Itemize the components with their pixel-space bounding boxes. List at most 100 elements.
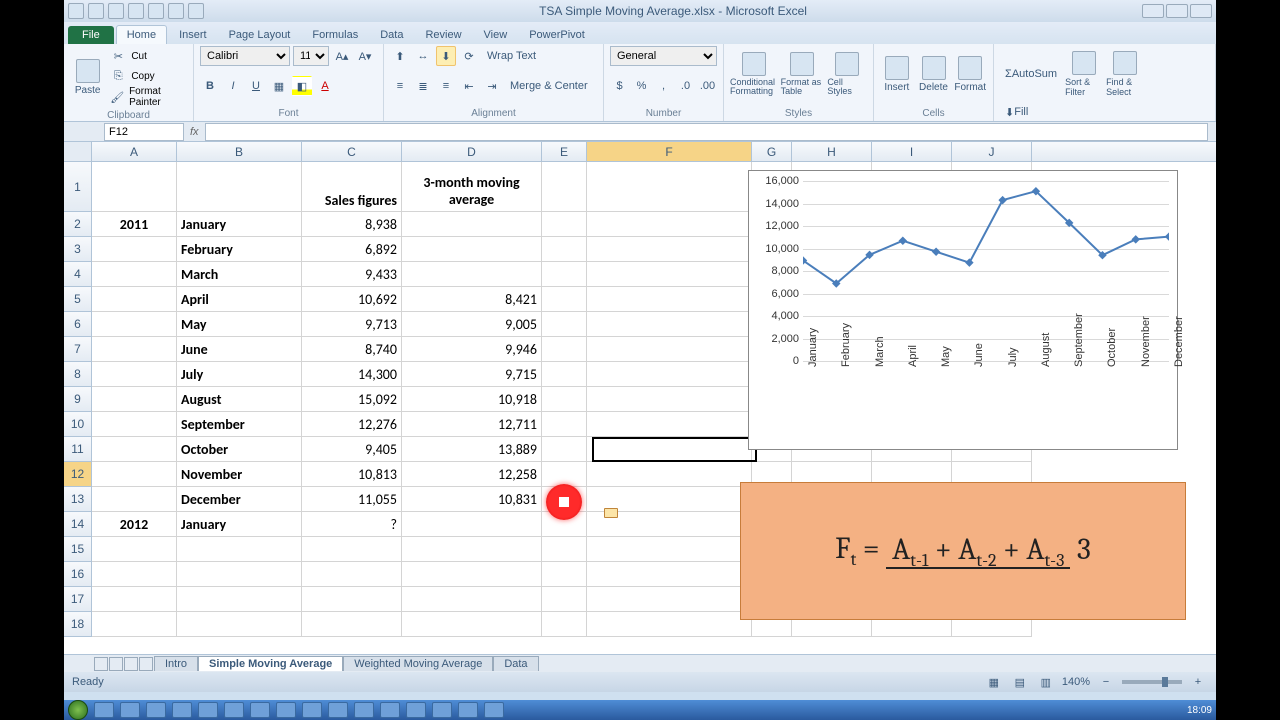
cell-D10[interactable]: 12,711	[402, 412, 542, 437]
cell-styles-button[interactable]: Cell Styles	[827, 46, 867, 102]
row-header-9[interactable]: 9	[64, 387, 92, 412]
cell-A13[interactable]	[92, 487, 177, 512]
zoom-out-button[interactable]: −	[1096, 672, 1116, 692]
cell-D4[interactable]	[402, 262, 542, 287]
cell-A16[interactable]	[92, 562, 177, 587]
cell-D3[interactable]	[402, 237, 542, 262]
row-header-12[interactable]: 12	[64, 462, 92, 487]
cell-D11[interactable]: 13,889	[402, 437, 542, 462]
tab-insert[interactable]: Insert	[169, 26, 217, 44]
taskbar-app-icon[interactable]	[120, 702, 140, 718]
cell-D15[interactable]	[402, 537, 542, 562]
column-header-B[interactable]: B	[177, 142, 302, 161]
column-header-A[interactable]: A	[92, 142, 177, 161]
cell-B18[interactable]	[177, 612, 302, 637]
cell-A11[interactable]	[92, 437, 177, 462]
align-top-button[interactable]: ⬆	[390, 46, 410, 66]
row-header-7[interactable]: 7	[64, 337, 92, 362]
cell-E17[interactable]	[542, 587, 587, 612]
cell-A14[interactable]: 2012	[92, 512, 177, 537]
cell-D5[interactable]: 8,421	[402, 287, 542, 312]
column-header-I[interactable]: I	[872, 142, 952, 161]
fx-icon[interactable]: fx	[190, 126, 199, 138]
view-normal-button[interactable]: ▦	[984, 672, 1004, 692]
decrease-indent-button[interactable]: ⇤	[459, 76, 479, 96]
zoom-slider[interactable]	[1122, 680, 1182, 684]
taskbar-app-icon[interactable]	[458, 702, 478, 718]
cell-C7[interactable]: 8,740	[302, 337, 402, 362]
align-middle-button[interactable]: ↔	[413, 46, 433, 66]
cell-F9[interactable]	[587, 387, 752, 412]
sheet-tab[interactable]: Intro	[154, 656, 198, 671]
row-header-10[interactable]: 10	[64, 412, 92, 437]
cell-A3[interactable]	[92, 237, 177, 262]
cell-B15[interactable]	[177, 537, 302, 562]
tab-nav-first[interactable]	[94, 657, 108, 671]
cell-F17[interactable]	[587, 587, 752, 612]
number-format-select[interactable]: General	[610, 46, 717, 66]
cell-C16[interactable]	[302, 562, 402, 587]
cell-F2[interactable]	[587, 212, 752, 237]
taskbar-app-icon[interactable]	[484, 702, 504, 718]
cell-A18[interactable]	[92, 612, 177, 637]
cell-A7[interactable]	[92, 337, 177, 362]
taskbar-app-icon[interactable]	[172, 702, 192, 718]
cell-B7[interactable]: June	[177, 337, 302, 362]
increase-font-button[interactable]: A▴	[332, 46, 352, 66]
cell-B14[interactable]: January	[177, 512, 302, 537]
cell-A4[interactable]	[92, 262, 177, 287]
cell-C12[interactable]: 10,813	[302, 462, 402, 487]
tab-file[interactable]: File	[68, 26, 114, 44]
cell-E3[interactable]	[542, 237, 587, 262]
cell-E2[interactable]	[542, 212, 587, 237]
cell-B2[interactable]: January	[177, 212, 302, 237]
cell-A9[interactable]	[92, 387, 177, 412]
taskbar-app-icon[interactable]	[198, 702, 218, 718]
cell-F1[interactable]	[587, 162, 752, 212]
cell-F10[interactable]	[587, 412, 752, 437]
cell-E1[interactable]	[542, 162, 587, 212]
row-header-8[interactable]: 8	[64, 362, 92, 387]
cell-C8[interactable]: 14,300	[302, 362, 402, 387]
tab-home[interactable]: Home	[116, 25, 167, 44]
taskbar-app-icon[interactable]	[250, 702, 270, 718]
cell-B10[interactable]: September	[177, 412, 302, 437]
cell-A17[interactable]	[92, 587, 177, 612]
paste-button[interactable]: Paste	[70, 49, 105, 105]
cell-F18[interactable]	[587, 612, 752, 637]
tab-page-layout[interactable]: Page Layout	[219, 26, 301, 44]
cell-E5[interactable]	[542, 287, 587, 312]
cell-D12[interactable]: 12,258	[402, 462, 542, 487]
column-header-H[interactable]: H	[792, 142, 872, 161]
taskbar-app-icon[interactable]	[146, 702, 166, 718]
cell-E10[interactable]	[542, 412, 587, 437]
cell-D13[interactable]: 10,831	[402, 487, 542, 512]
tab-view[interactable]: View	[474, 26, 518, 44]
currency-button[interactable]: $	[610, 76, 629, 96]
taskbar-app-icon[interactable]	[354, 702, 374, 718]
sheet-tab[interactable]: Simple Moving Average	[198, 656, 343, 671]
wrap-text-button[interactable]: Wrap Text	[482, 46, 541, 66]
cell-C6[interactable]: 9,713	[302, 312, 402, 337]
maximize-button[interactable]	[1166, 4, 1188, 18]
format-painter-button[interactable]: 🖌	[108, 87, 126, 107]
sheet-tab[interactable]: Data	[493, 656, 538, 671]
column-header-D[interactable]: D	[402, 142, 542, 161]
row-header-14[interactable]: 14	[64, 512, 92, 537]
cell-B4[interactable]: March	[177, 262, 302, 287]
name-box[interactable]: F12	[104, 123, 184, 141]
tab-nav-prev[interactable]	[109, 657, 123, 671]
taskbar-app-icon[interactable]	[224, 702, 244, 718]
row-header-18[interactable]: 18	[64, 612, 92, 637]
column-header-C[interactable]: C	[302, 142, 402, 161]
cell-B5[interactable]: April	[177, 287, 302, 312]
cell-B6[interactable]: May	[177, 312, 302, 337]
close-button[interactable]	[1190, 4, 1212, 18]
orientation-button[interactable]: ⟳	[459, 46, 479, 66]
view-pagebreak-button[interactable]: ▥	[1036, 672, 1056, 692]
percent-button[interactable]: %	[632, 76, 651, 96]
cell-E7[interactable]	[542, 337, 587, 362]
increase-decimal-button[interactable]: .0	[676, 76, 695, 96]
cell-B8[interactable]: July	[177, 362, 302, 387]
row-header-16[interactable]: 16	[64, 562, 92, 587]
